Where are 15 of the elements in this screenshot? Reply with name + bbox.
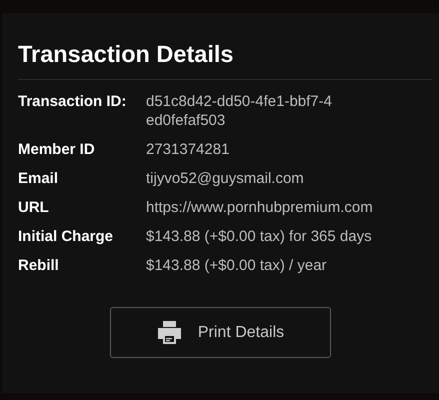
field-value: d51c8d42-dd50-4fe1-bbf7-4ed0fefaf503 — [146, 92, 333, 130]
dialog-title: Transaction Details — [18, 40, 234, 69]
field-value: $143.88 (+$0.00 tax) for 365 days — [146, 227, 373, 246]
field-label: Rebill — [18, 256, 60, 275]
print-details-button[interactable]: Print Details — [110, 307, 331, 358]
field-value: tijyvo52@guysmail.com — [146, 169, 305, 188]
printer-icon — [156, 320, 182, 345]
field-value: https://www.pornhubpremium.com — [146, 198, 374, 217]
field-label: Transaction ID: — [18, 92, 128, 112]
field-label: Member ID — [18, 140, 96, 159]
field-value: 2731374281 — [146, 140, 230, 159]
field-label: Initial Charge — [18, 227, 114, 246]
field-value: $143.88 (+$0.00 tax) / year — [146, 256, 328, 275]
field-label: Email — [18, 169, 60, 188]
field-label: URL — [18, 198, 50, 217]
